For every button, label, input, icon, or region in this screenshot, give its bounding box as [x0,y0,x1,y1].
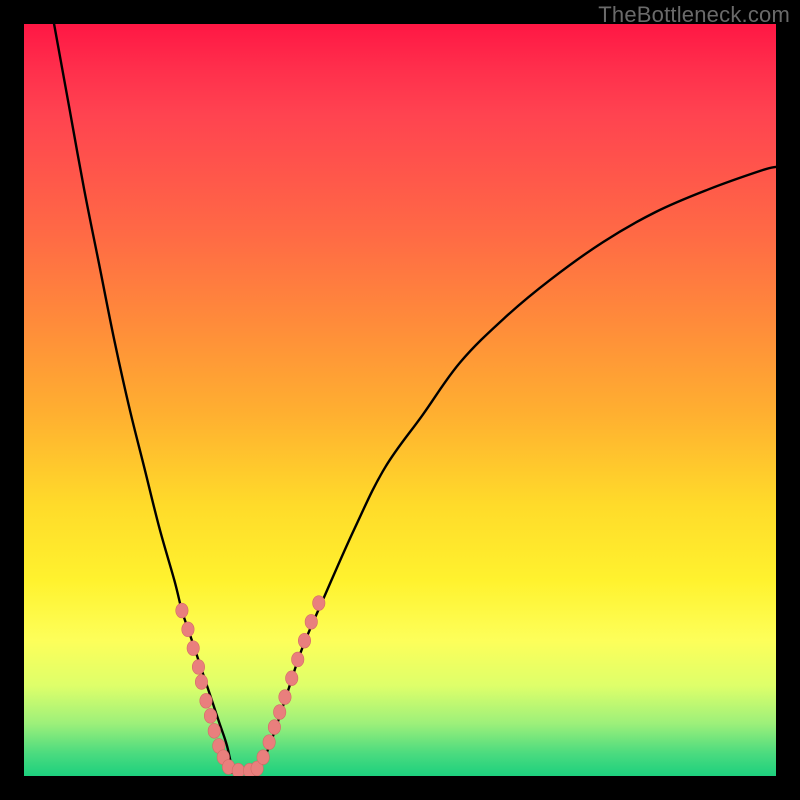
bottleneck-curve [54,24,776,773]
watermark-text: TheBottleneck.com [598,2,790,28]
data-marker [208,723,220,738]
data-marker [176,603,188,618]
data-marker [200,693,212,708]
plot-area [24,24,776,776]
data-marker [273,705,285,720]
data-marker [263,735,275,750]
data-marker [279,690,291,705]
data-marker [313,596,325,611]
data-marker [192,660,204,675]
data-marker [195,675,207,690]
data-marker [305,614,317,629]
curve-layer [24,24,776,776]
data-marker [204,708,216,723]
data-marker [182,622,194,637]
data-marker [286,671,298,686]
marker-cluster [176,596,325,776]
data-marker [268,720,280,735]
data-marker [257,750,269,765]
bottleneck-curve-path [54,24,776,773]
data-marker [232,763,244,776]
data-marker [187,641,199,656]
data-marker [298,633,310,648]
data-marker [292,652,304,667]
chart-frame: TheBottleneck.com [0,0,800,800]
